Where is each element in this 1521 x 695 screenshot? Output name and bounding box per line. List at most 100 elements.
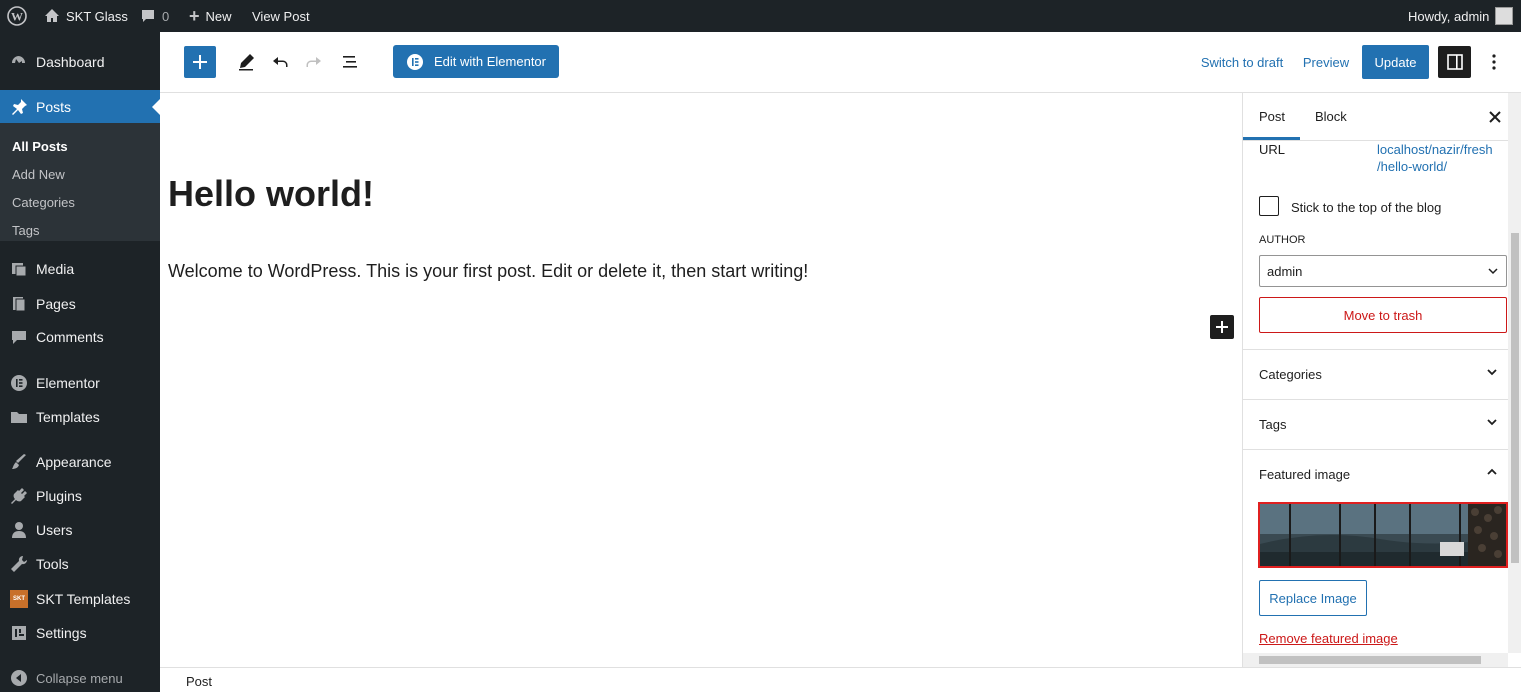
featured-image-thumbnail <box>1260 504 1506 566</box>
collapse-menu-button[interactable]: Collapse menu <box>0 661 160 695</box>
posts-submenu: All Posts Add New Categories Tags <box>0 123 160 241</box>
sidebar-item-label: Pages <box>36 296 76 312</box>
admin-bar: W SKT Glass 0 + New View Post Howdy, adm… <box>0 0 1521 32</box>
categories-panel-toggle[interactable]: Categories <box>1243 349 1508 399</box>
comments-count: 0 <box>162 8 170 24</box>
sidebar-item-media[interactable]: Media <box>0 252 160 286</box>
svg-text:W: W <box>11 10 23 24</box>
inserter-button[interactable] <box>1210 315 1234 339</box>
dashboard-icon <box>10 53 28 71</box>
sidebar-item-label: Posts <box>36 99 72 115</box>
chevron-down-icon <box>1487 419 1497 426</box>
sidebar-item-pages[interactable]: Pages <box>0 287 160 321</box>
sidebar-item-label: Settings <box>36 625 87 641</box>
sidebar-item-dashboard[interactable]: Dashboard <box>0 45 160 79</box>
sidebar-item-settings[interactable]: Settings <box>0 616 160 650</box>
editor-toolbar: Edit with Elementor Switch to draft Prev… <box>160 32 1521 93</box>
tab-post-label: Post <box>1259 109 1286 124</box>
sidebar-panel-icon <box>1446 54 1463 70</box>
redo-button[interactable] <box>298 46 330 78</box>
new-content-link[interactable]: + New <box>189 0 232 32</box>
sidebar-item-users[interactable]: Users <box>0 513 160 547</box>
sidebar-item-appearance[interactable]: Appearance <box>0 445 160 479</box>
submenu-tags[interactable]: Tags <box>12 223 39 238</box>
sidebar-item-label: Users <box>36 522 73 538</box>
collapse-icon <box>10 669 28 687</box>
skt-badge: SKT <box>10 590 28 608</box>
sticky-checkbox[interactable] <box>1259 196 1279 216</box>
sidebar-item-posts[interactable]: Posts <box>0 90 160 124</box>
switch-to-draft-button[interactable]: Switch to draft <box>1194 46 1290 78</box>
submenu-all-posts[interactable]: All Posts <box>12 139 68 154</box>
comment-icon <box>10 328 28 346</box>
howdy-account[interactable]: Howdy, admin <box>1408 0 1514 32</box>
undo-button[interactable] <box>264 46 296 78</box>
vertical-scroll-thumb[interactable] <box>1511 233 1519 563</box>
block-breadcrumb[interactable]: Post <box>186 674 212 689</box>
panel-horizontal-scrollbar[interactable] <box>1243 653 1508 667</box>
chevron-down-icon <box>1488 268 1498 275</box>
remove-featured-image-button[interactable]: Remove featured image <box>1259 631 1398 646</box>
author-label: AUTHOR <box>1259 234 1306 246</box>
preview-button[interactable]: Preview <box>1300 46 1352 78</box>
sidebar-item-tools[interactable]: Tools <box>0 547 160 581</box>
url-link[interactable]: localhost/nazir/fresh /hello-world/ <box>1377 141 1493 175</box>
update-button[interactable]: Update <box>1362 45 1429 79</box>
editor-canvas: Hello world! Welcome to WordPress. This … <box>160 93 1242 667</box>
edit-with-elementor-button[interactable]: Edit with Elementor <box>393 45 559 78</box>
chevron-up-icon <box>1487 468 1497 475</box>
categories-label: Categories <box>1259 367 1322 382</box>
settings-toggle-button[interactable] <box>1438 46 1471 78</box>
avatar <box>1495 7 1514 25</box>
featured-image-panel-toggle[interactable]: Featured image <box>1243 449 1508 499</box>
panel-vertical-scrollbar[interactable] <box>1508 93 1521 653</box>
featured-image-preview[interactable] <box>1258 502 1508 568</box>
admin-sidebar: Dashboard Posts All Posts Add New Catego… <box>0 32 160 692</box>
sidebar-item-label: SKT Templates <box>36 591 131 607</box>
close-panel-button[interactable] <box>1485 107 1505 127</box>
tags-panel-toggle[interactable]: Tags <box>1243 399 1508 449</box>
skt-icon: SKT <box>10 590 28 608</box>
horizontal-scroll-thumb[interactable] <box>1259 656 1481 664</box>
sticky-label: Stick to the top of the blog <box>1291 200 1442 215</box>
plus-icon: + <box>189 5 200 26</box>
options-menu-button[interactable] <box>1478 46 1510 78</box>
tab-post[interactable]: Post <box>1259 93 1285 140</box>
chevron-down-icon <box>1487 369 1497 376</box>
more-vertical-icon <box>1492 54 1496 70</box>
add-block-button[interactable] <box>184 46 216 78</box>
tags-label: Tags <box>1259 417 1287 432</box>
wordpress-logo-icon[interactable]: W <box>7 0 27 32</box>
document-overview-button[interactable] <box>334 46 366 78</box>
edit-with-elementor-label: Edit with Elementor <box>434 54 546 69</box>
sidebar-item-label: Elementor <box>36 375 100 391</box>
replace-image-button[interactable]: Replace Image <box>1259 580 1367 616</box>
post-title[interactable]: Hello world! <box>168 173 374 215</box>
submenu-categories[interactable]: Categories <box>12 195 75 210</box>
close-icon <box>1489 111 1501 123</box>
sidebar-item-plugins[interactable]: Plugins <box>0 479 160 513</box>
site-name-link[interactable]: SKT Glass <box>44 0 128 32</box>
new-label: New <box>205 8 232 24</box>
url-line-2: /hello-world/ <box>1377 159 1448 174</box>
author-select[interactable]: admin <box>1259 255 1507 287</box>
comments-link[interactable]: 0 <box>140 0 169 32</box>
sidebar-item-label: Plugins <box>36 488 82 504</box>
sidebar-item-elementor[interactable]: Elementor <box>0 366 160 400</box>
tab-block[interactable]: Block <box>1315 93 1347 140</box>
pencil-icon <box>239 54 254 71</box>
url-line-1: localhost/nazir/fresh <box>1377 142 1493 157</box>
pin-icon <box>10 98 28 116</box>
elementor-icon <box>10 374 28 392</box>
sidebar-item-label: Dashboard <box>36 54 105 70</box>
move-to-trash-button[interactable]: Move to trash <box>1259 297 1507 333</box>
submenu-add-new[interactable]: Add New <box>12 167 65 182</box>
sidebar-item-comments[interactable]: Comments <box>0 320 160 354</box>
post-paragraph[interactable]: Welcome to WordPress. This is your first… <box>168 261 808 282</box>
collapse-label: Collapse menu <box>36 670 123 686</box>
sidebar-item-templates[interactable]: Templates <box>0 400 160 434</box>
sidebar-item-skt-templates[interactable]: SKT SKT Templates <box>0 582 160 616</box>
folder-icon <box>10 408 28 426</box>
view-post-link[interactable]: View Post <box>252 0 310 32</box>
tools-button[interactable] <box>230 46 262 78</box>
